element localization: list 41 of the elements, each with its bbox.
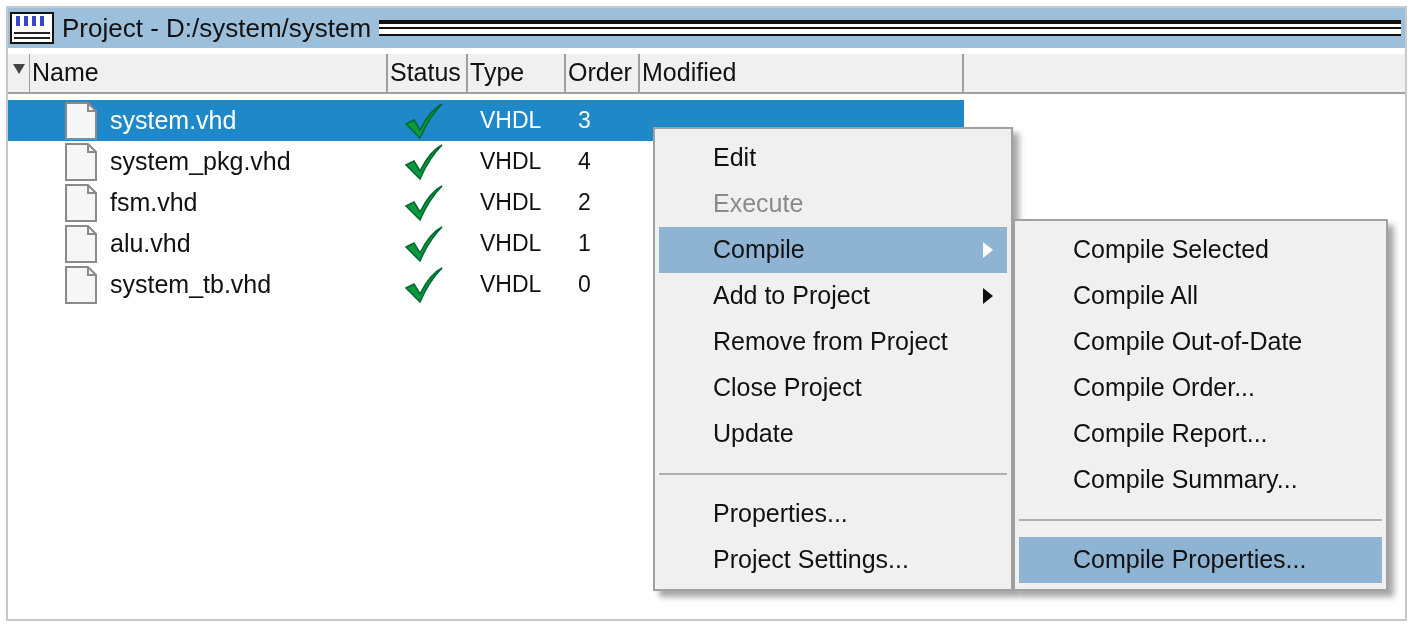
window-title: Project - D:/system/system <box>62 11 372 45</box>
menu-item[interactable]: Compile Properties... <box>1019 537 1382 583</box>
file-order: 0 <box>577 270 592 300</box>
file-order: 4 <box>577 147 592 177</box>
file-order: 1 <box>577 229 592 259</box>
menu-item[interactable]: Compile Report... <box>1019 411 1382 457</box>
menu-item[interactable]: Properties... <box>659 491 1007 537</box>
menu-item[interactable]: Project Settings... <box>659 537 1007 583</box>
project-icon <box>10 12 54 44</box>
file-order: 2 <box>577 188 592 218</box>
file-type: VHDL <box>479 147 543 177</box>
file-icon <box>64 182 98 223</box>
file-name: fsm.vhd <box>110 186 199 218</box>
file-name: system_tb.vhd <box>110 268 273 300</box>
file-order: 3 <box>577 106 592 136</box>
file-icon <box>64 223 98 264</box>
column-header[interactable]: Type <box>468 54 566 92</box>
menu-item[interactable]: Compile Summary... <box>1019 457 1382 503</box>
file-icon <box>64 141 98 182</box>
caret-icon <box>12 64 25 74</box>
column-header[interactable]: Status <box>388 54 468 92</box>
menu-item[interactable]: Close Project <box>659 365 1007 411</box>
menu-item[interactable]: Update <box>659 411 1007 457</box>
file-name: system_pkg.vhd <box>110 145 292 177</box>
submenu-arrow-icon <box>983 288 993 304</box>
file-type: VHDL <box>479 270 543 300</box>
menu-item[interactable]: Compile Out-of-Date <box>1019 319 1382 365</box>
file-type: VHDL <box>479 229 543 259</box>
file-icon <box>64 100 98 141</box>
submenu-arrow-icon <box>983 242 993 258</box>
menu-item[interactable]: Remove from Project <box>659 319 1007 365</box>
file-name: alu.vhd <box>110 227 192 259</box>
file-type: VHDL <box>479 188 543 218</box>
menu-item[interactable]: Compile Selected <box>1019 227 1382 273</box>
file-name: system.vhd <box>110 104 238 136</box>
column-header[interactable]: Order <box>566 54 640 92</box>
menu-item[interactable]: Compile Order... <box>1019 365 1382 411</box>
menu-item[interactable]: Compile <box>659 227 1007 273</box>
file-icon <box>64 264 98 305</box>
file-type: VHDL <box>479 106 543 136</box>
menu-item[interactable]: Compile All <box>1019 273 1382 319</box>
